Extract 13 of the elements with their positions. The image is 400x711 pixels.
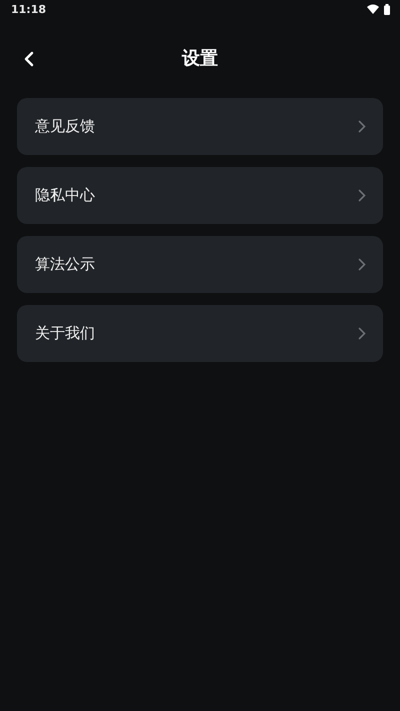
settings-item[interactable]: 隐私中心 bbox=[17, 167, 383, 224]
settings-item[interactable]: 关于我们 bbox=[17, 305, 383, 362]
chevron-right-icon bbox=[358, 327, 366, 340]
page-title: 设置 bbox=[182, 47, 218, 70]
settings-item[interactable]: 算法公示 bbox=[17, 236, 383, 293]
chevron-right-icon bbox=[358, 258, 366, 271]
status-time: 11:18 bbox=[11, 2, 46, 16]
chevron-right-icon bbox=[358, 120, 366, 133]
back-button[interactable] bbox=[22, 50, 36, 68]
chevron-right-icon bbox=[358, 189, 366, 202]
battery-icon bbox=[384, 4, 390, 14]
wifi-icon bbox=[367, 4, 379, 14]
settings-item[interactable]: 意见反馈 bbox=[17, 98, 383, 155]
